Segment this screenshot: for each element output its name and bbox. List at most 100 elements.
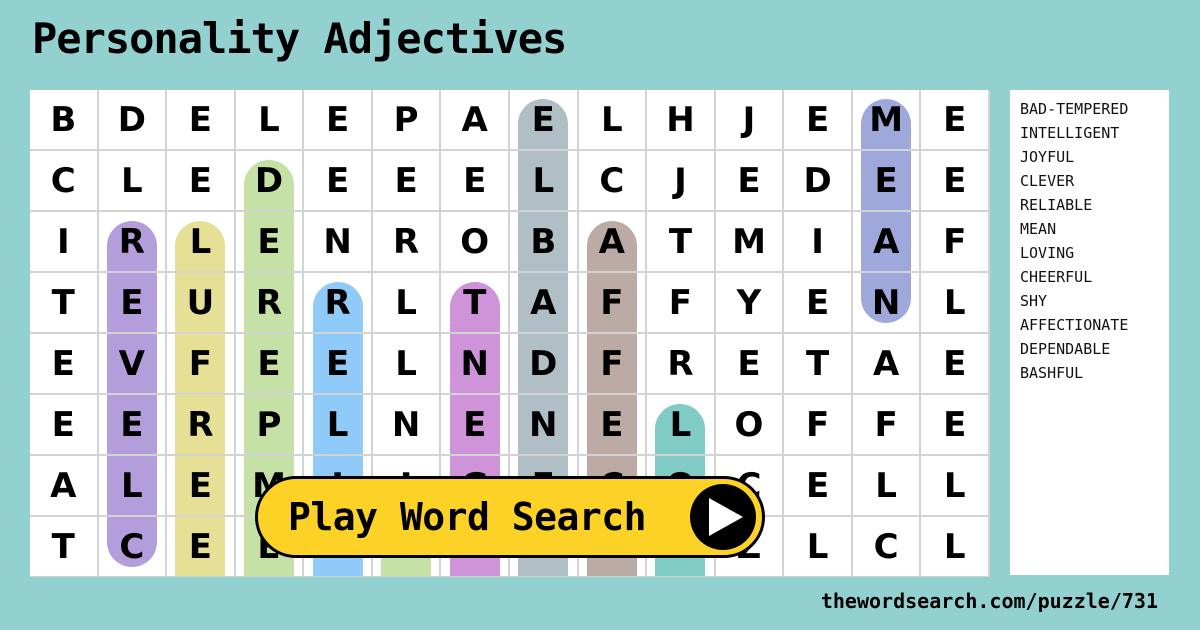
grid-cell[interactable]: U	[167, 273, 236, 334]
grid-cell[interactable]: T	[647, 212, 716, 273]
grid-cell[interactable]: L	[510, 151, 579, 212]
grid-cell[interactable]: R	[372, 212, 442, 273]
grid-cell[interactable]: M	[715, 212, 785, 273]
grid-cell[interactable]: E	[921, 90, 990, 151]
grid-cell[interactable]: L	[304, 395, 373, 456]
grid-cell[interactable]: E	[921, 334, 990, 395]
grid-cell[interactable]: N	[852, 273, 922, 334]
grid-cell[interactable]: P	[235, 395, 305, 456]
grid-cell[interactable]: A	[510, 273, 579, 334]
grid-cell[interactable]: F	[784, 395, 853, 456]
grid-cell[interactable]: F	[167, 334, 236, 395]
grid-cell[interactable]: L	[372, 334, 442, 395]
grid-cell[interactable]: E	[510, 90, 579, 151]
grid-cell[interactable]: E	[921, 151, 990, 212]
grid-cell[interactable]: I	[784, 212, 853, 273]
grid-cell[interactable]: N	[372, 395, 442, 456]
grid-cell[interactable]: E	[784, 90, 853, 151]
grid-cell[interactable]: L	[578, 90, 648, 151]
grid-cell[interactable]: A	[852, 334, 922, 395]
grid-cell[interactable]: L	[167, 212, 236, 273]
grid-cell[interactable]: E	[235, 334, 305, 395]
grid-cell[interactable]: L	[784, 517, 853, 577]
grid-cell[interactable]: J	[715, 90, 785, 151]
grid-cell[interactable]: E	[921, 395, 990, 456]
grid-cell[interactable]: C	[30, 151, 99, 212]
grid-cell[interactable]: L	[372, 273, 442, 334]
grid-cell[interactable]: H	[647, 90, 716, 151]
grid-cell[interactable]: A	[852, 212, 922, 273]
grid-cell[interactable]: T	[30, 517, 99, 577]
grid-cell[interactable]: E	[784, 273, 853, 334]
grid-cell[interactable]: Y	[715, 273, 785, 334]
grid-cell[interactable]: V	[98, 334, 168, 395]
grid-cell[interactable]: R	[304, 273, 373, 334]
grid-cell[interactable]: A	[441, 90, 510, 151]
grid-cell[interactable]: L	[235, 90, 305, 151]
grid-cell[interactable]: D	[510, 334, 579, 395]
grid-cell[interactable]: T	[784, 334, 853, 395]
grid-cell[interactable]: E	[30, 334, 99, 395]
grid-cell[interactable]: A	[30, 456, 99, 517]
grid-cell[interactable]: L	[98, 151, 168, 212]
grid-cell[interactable]: A	[578, 212, 648, 273]
grid-cell[interactable]: E	[235, 212, 305, 273]
grid-cell[interactable]: L	[921, 456, 990, 517]
grid-cell[interactable]: B	[30, 90, 99, 151]
grid-cell[interactable]: O	[715, 395, 785, 456]
grid-cell[interactable]: F	[578, 334, 648, 395]
grid-cell[interactable]: L	[921, 517, 990, 577]
grid-cell[interactable]: C	[578, 151, 648, 212]
puzzle-url[interactable]: thewordsearch.com/puzzle/731	[821, 589, 1158, 613]
grid-cell[interactable]: D	[784, 151, 853, 212]
grid-cell[interactable]: E	[304, 334, 373, 395]
grid-letter: R	[667, 343, 694, 384]
grid-cell[interactable]: M	[852, 90, 922, 151]
grid-cell[interactable]: R	[647, 334, 716, 395]
grid-cell[interactable]: L	[852, 456, 922, 517]
grid-cell[interactable]: E	[441, 151, 510, 212]
grid-cell[interactable]: E	[167, 90, 236, 151]
grid-cell[interactable]: L	[921, 273, 990, 334]
grid-cell[interactable]: E	[304, 151, 373, 212]
grid-cell[interactable]: D	[98, 90, 168, 151]
grid-cell[interactable]: E	[715, 151, 785, 212]
grid-cell[interactable]: R	[167, 395, 236, 456]
grid-cell[interactable]: E	[372, 151, 442, 212]
grid-cell[interactable]: P	[372, 90, 442, 151]
grid-cell[interactable]: F	[578, 273, 648, 334]
grid-cell[interactable]: B	[510, 212, 579, 273]
grid-cell[interactable]: L	[98, 456, 168, 517]
grid-cell[interactable]: E	[167, 456, 236, 517]
grid-cell[interactable]: I	[30, 212, 99, 273]
grid-cell[interactable]: C	[98, 517, 168, 577]
grid-letter: A	[872, 221, 900, 262]
grid-cell[interactable]: E	[30, 395, 99, 456]
grid-cell[interactable]: F	[852, 395, 922, 456]
grid-cell[interactable]: E	[98, 395, 168, 456]
grid-cell[interactable]: T	[30, 273, 99, 334]
grid-cell[interactable]: L	[647, 395, 716, 456]
grid-cell[interactable]: N	[304, 212, 373, 273]
grid-cell[interactable]: R	[235, 273, 305, 334]
grid-cell[interactable]: O	[441, 212, 510, 273]
grid-cell[interactable]: E	[98, 273, 168, 334]
grid-cell[interactable]: E	[715, 334, 785, 395]
grid-cell[interactable]: D	[235, 151, 305, 212]
grid-cell[interactable]: E	[167, 517, 236, 577]
grid-cell[interactable]: F	[647, 273, 716, 334]
grid-cell[interactable]: E	[852, 151, 922, 212]
grid-cell[interactable]: J	[647, 151, 716, 212]
grid-cell[interactable]: T	[441, 273, 510, 334]
grid-cell[interactable]: N	[441, 334, 510, 395]
grid-cell[interactable]: R	[98, 212, 168, 273]
grid-cell[interactable]: N	[510, 395, 579, 456]
grid-cell[interactable]: E	[304, 90, 373, 151]
grid-cell[interactable]: E	[441, 395, 510, 456]
grid-cell[interactable]: C	[852, 517, 922, 577]
grid-cell[interactable]: E	[784, 456, 853, 517]
grid-cell[interactable]: E	[167, 151, 236, 212]
play-word-search-button[interactable]: Play Word Search	[255, 476, 765, 558]
grid-cell[interactable]: F	[921, 212, 990, 273]
grid-cell[interactable]: E	[578, 395, 648, 456]
